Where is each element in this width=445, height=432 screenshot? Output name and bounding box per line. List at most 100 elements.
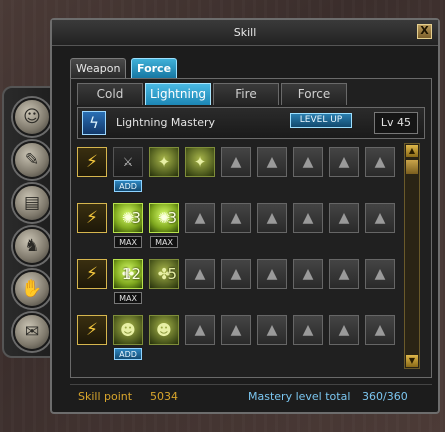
locked-skill-slot[interactable]: ▲ [257,259,287,289]
skill-row: ⚡ ✺ 3 MAX ✺ 3 MAX ▲ ▲ ▲ ▲ ▲ ▲ [77,199,401,253]
skill-point-label: Skill point [78,390,133,403]
skill-icon: ⚡ [86,264,98,284]
skill-slot[interactable]: ✤ 5 [149,259,179,289]
add-skill-button[interactable]: ADD [114,348,142,360]
tab-lightning[interactable]: Lightning [145,83,211,105]
skill-icon: ▲ [338,266,350,282]
side-menu-icon: ✎ [24,150,40,170]
locked-skill-slot[interactable]: ▲ [293,315,323,345]
skill-icon: ▲ [338,322,350,338]
skill-icon: ⚡ [86,208,98,228]
skill-icon: ▲ [338,210,350,226]
skill-icon: ▲ [266,322,278,338]
locked-skill-slot[interactable]: ▲ [257,203,287,233]
skill-slot[interactable]: ⚔ [113,147,143,177]
locked-skill-slot[interactable]: ▲ [365,203,395,233]
skill-icon: ▲ [194,322,206,338]
side-menu-button[interactable]: ✎ [13,141,51,179]
skill-icon: ✦ [157,153,171,171]
locked-skill-slot[interactable]: ▲ [221,203,251,233]
mastery-level: Lv 45 [374,112,418,134]
skill-slot[interactable]: ✤ 12 [113,259,143,289]
skill-slot[interactable]: ✺ 3 [149,203,179,233]
skill-window: Skill X Weapon Force Cold Lightning Fire… [50,18,440,414]
mastery-bar: ϟ Lightning Mastery LEVEL UP Lv 45 [77,107,425,139]
skill-category-icon[interactable]: ⚡ [77,315,107,345]
skill-icon: ▲ [266,210,278,226]
skill-slot[interactable]: ✦ [185,147,215,177]
skill-icon: ▲ [374,154,386,170]
skill-panel: Cold Lightning Fire Force ϟ Lightning Ma… [70,78,432,378]
skill-icon: ▲ [230,210,242,226]
lightning-icon: ϟ [82,111,106,135]
skill-icon: ▲ [230,154,242,170]
skill-icon: ▲ [194,266,206,282]
locked-skill-slot[interactable]: ▲ [185,203,215,233]
skill-count: 5 [167,265,177,283]
locked-skill-slot[interactable]: ▲ [329,147,359,177]
mastery-name: Lightning Mastery [116,116,216,129]
skill-category-icon[interactable]: ⚡ [77,259,107,289]
locked-skill-slot[interactable]: ▲ [257,315,287,345]
locked-skill-slot[interactable]: ▲ [365,315,395,345]
locked-skill-slot[interactable]: ▲ [293,147,323,177]
add-skill-button[interactable]: ADD [114,180,142,192]
locked-skill-slot[interactable]: ▲ [365,259,395,289]
locked-skill-slot[interactable]: ▲ [329,315,359,345]
footer: Skill point 5034 Mastery level total 360… [70,384,432,408]
tab-force[interactable]: Force [131,58,178,78]
skill-slot[interactable]: ✦ [149,147,179,177]
mastery-total-value: 360/360 [362,390,408,403]
skill-count: 3 [131,209,141,227]
scroll-down-icon[interactable]: ▼ [406,355,418,367]
scrollbar[interactable]: ▲ ▼ [404,143,420,369]
side-menu-button[interactable]: ✋ [13,270,51,308]
tab-cold[interactable]: Cold [77,83,143,105]
side-menu-button[interactable]: ☺ [13,98,51,136]
locked-skill-slot[interactable]: ▲ [257,147,287,177]
mastery-total-label: Mastery level total [248,390,351,403]
locked-skill-slot[interactable]: ▲ [221,147,251,177]
skill-icon: ▲ [374,266,386,282]
skill-icon: ▲ [266,154,278,170]
locked-skill-slot[interactable]: ▲ [185,315,215,345]
side-menu-button[interactable]: ▤ [13,184,51,222]
skill-icon: ⚡ [86,320,98,340]
tab-weapon[interactable]: Weapon [70,58,127,78]
skill-point-value: 5034 [150,390,178,403]
scroll-up-icon[interactable]: ▲ [406,145,418,157]
level-up-button[interactable]: LEVEL UP [290,113,352,128]
skill-icon: ☻ [156,321,172,339]
locked-skill-slot[interactable]: ▲ [329,259,359,289]
locked-skill-slot[interactable]: ▲ [329,203,359,233]
side-menu-button[interactable]: ✉ [13,313,51,351]
tab-fire[interactable]: Fire [213,83,279,105]
skill-count: 12 [121,265,141,283]
skill-icon: ▲ [302,322,314,338]
locked-skill-slot[interactable]: ▲ [293,203,323,233]
skill-row: ⚡ ☻ ADD ☻ ▲ ▲ ▲ ▲ ▲ ▲ [77,311,401,365]
skill-slot[interactable]: ☻ [113,315,143,345]
side-menu-icon: ▤ [23,193,41,213]
skill-row: ⚡ ⚔ ADD ✦ ✦ ▲ ▲ ▲ ▲ ▲ [77,143,401,197]
skill-category-icon[interactable]: ⚡ [77,203,107,233]
skill-icon: ▲ [194,210,206,226]
locked-skill-slot[interactable]: ▲ [221,259,251,289]
locked-skill-slot[interactable]: ▲ [221,315,251,345]
scroll-thumb[interactable] [406,160,418,174]
title-bar[interactable]: Skill X [52,20,438,46]
close-button[interactable]: X [417,24,432,39]
locked-skill-slot[interactable]: ▲ [365,147,395,177]
skill-icon: ▲ [302,210,314,226]
tab-force-element[interactable]: Force [281,83,347,105]
locked-skill-slot[interactable]: ▲ [185,259,215,289]
side-menu-icon: ☺ [23,107,41,127]
skill-slot[interactable]: ✺ 3 [113,203,143,233]
skill-slot[interactable]: ☻ [149,315,179,345]
side-menu-icon: ✉ [24,322,40,342]
skill-category-icon[interactable]: ⚡ [77,147,107,177]
locked-skill-slot[interactable]: ▲ [293,259,323,289]
skill-grid: ⚡ ⚔ ADD ✦ ✦ ▲ ▲ ▲ ▲ ▲ ⚡ ✺ 3 MAX ✺ 3 MAX ▲ ▲ ▲ ▲ ▲ ▲ ⚡ ✤ 12 MAX ✤ 5 ▲ ▲… [77,143,401,369]
skill-icon: ✦ [193,153,207,171]
side-menu-button[interactable]: ♞ [13,227,51,265]
